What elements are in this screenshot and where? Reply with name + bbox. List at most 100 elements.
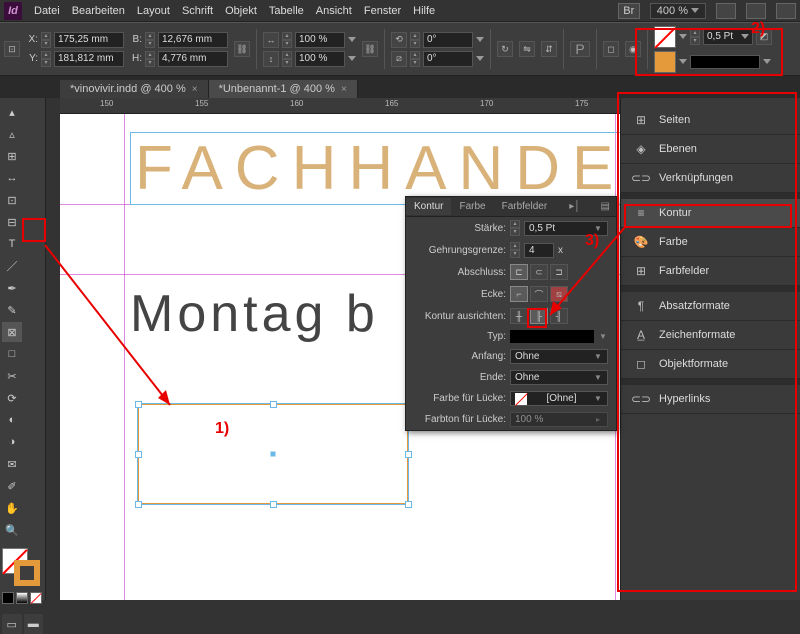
gap-tool-icon[interactable]: ↔ xyxy=(2,168,22,188)
shear-input[interactable]: 0° xyxy=(423,51,473,67)
subheading-text-frame[interactable]: Montag b xyxy=(130,284,379,344)
content-placer-icon[interactable]: ⊟ xyxy=(2,212,22,232)
page-tool-icon[interactable]: ⊞ xyxy=(2,146,22,166)
stroke-tab[interactable]: Kontur xyxy=(406,198,451,215)
apply-color-icon[interactable] xyxy=(2,592,14,604)
swatches-tab[interactable]: Farbfelder xyxy=(494,198,556,215)
collapse-icon[interactable]: ▸│ xyxy=(563,201,586,212)
free-transform-tool-icon[interactable]: ⟳ xyxy=(2,388,22,408)
type-tool-icon[interactable]: T xyxy=(2,234,22,254)
menu-view[interactable]: Ansicht xyxy=(316,5,352,17)
cap-butt-icon[interactable]: ⊏ xyxy=(510,264,528,280)
paragraph-icon[interactable]: P xyxy=(570,41,590,57)
close-icon[interactable]: × xyxy=(192,84,198,95)
join-round-icon[interactable]: ⌒ xyxy=(530,286,548,302)
panel-char-styles[interactable]: A̲Zeichenformate xyxy=(621,321,800,350)
pen-tool-icon[interactable]: ✒ xyxy=(2,278,22,298)
scissors-tool-icon[interactable]: ✂ xyxy=(2,366,22,386)
start-dropdown[interactable]: Ohne▼ xyxy=(510,349,608,364)
menu-type[interactable]: Schrift xyxy=(182,5,213,17)
menu-window[interactable]: Fenster xyxy=(364,5,401,17)
close-icon[interactable]: × xyxy=(341,84,347,95)
normal-view-icon[interactable]: ▭ xyxy=(2,614,22,634)
rectangle-frame-tool-icon[interactable]: ⊠ xyxy=(2,322,22,342)
scale-y-input[interactable]: 100 % xyxy=(295,51,345,67)
gradient-feather-tool-icon[interactable]: ◑ xyxy=(2,432,22,452)
apply-none-icon[interactable] xyxy=(30,592,42,604)
bridge-button[interactable]: Br xyxy=(618,3,640,19)
zoom-dropdown[interactable]: 400 % xyxy=(650,3,706,19)
stroke-type-dropdown[interactable] xyxy=(510,330,594,343)
panel-para-styles[interactable]: ¶Absatzformate xyxy=(621,292,800,321)
view-mode-icon[interactable] xyxy=(716,3,736,19)
constrain-icon[interactable]: ⛓ xyxy=(234,41,250,57)
panel-swatches[interactable]: ⊞Farbfelder xyxy=(621,257,800,286)
rotate-cw-icon[interactable]: ↻ xyxy=(497,41,513,57)
menu-file[interactable]: Datei xyxy=(34,5,60,17)
align-center-icon[interactable]: ╫ xyxy=(510,308,528,324)
flip-h-icon[interactable]: ⇋ xyxy=(519,41,535,57)
align-outside-icon[interactable]: ╢ xyxy=(550,308,568,324)
panel-obj-styles[interactable]: ◻Objektformate xyxy=(621,350,800,379)
menu-layout[interactable]: Layout xyxy=(137,5,170,17)
menu-table[interactable]: Tabelle xyxy=(269,5,304,17)
arrange-icon[interactable] xyxy=(776,3,796,19)
zoom-tool-icon[interactable]: 🔍 xyxy=(2,520,22,540)
fill-stroke-swatches[interactable] xyxy=(2,548,42,588)
w-input[interactable]: 12,676 mm xyxy=(158,32,228,48)
flip-v-icon[interactable]: ⇵ xyxy=(541,41,557,57)
corner-options-icon[interactable]: ◩ xyxy=(756,29,772,45)
panel-links[interactable]: ⊂⊃Verknüpfungen xyxy=(621,164,800,193)
cap-round-icon[interactable]: ⊂ xyxy=(530,264,548,280)
miter-input[interactable]: 4 xyxy=(524,243,554,258)
reference-point-icon[interactable]: ⊡ xyxy=(4,41,20,57)
align-inside-icon[interactable]: ╟ xyxy=(530,308,548,324)
document-tab-2[interactable]: *Unbenannt-1 @ 400 %× xyxy=(209,80,358,98)
selected-rectangle[interactable] xyxy=(138,404,408,504)
hand-tool-icon[interactable]: ✋ xyxy=(2,498,22,518)
menu-edit[interactable]: Bearbeiten xyxy=(72,5,125,17)
pencil-tool-icon[interactable]: ✎ xyxy=(2,300,22,320)
join-bevel-icon[interactable]: ⧅ xyxy=(550,286,568,302)
fill-swatch[interactable] xyxy=(654,26,676,48)
panel-stroke[interactable]: ≡Kontur xyxy=(621,199,800,228)
stroke-style-preview[interactable] xyxy=(690,55,760,69)
screen-mode-icon[interactable] xyxy=(746,3,766,19)
x-input[interactable]: 175,25 mm xyxy=(54,32,124,48)
preview-view-icon[interactable]: ▬ xyxy=(24,614,44,634)
cap-projecting-icon[interactable]: ⊐ xyxy=(550,264,568,280)
panel-menu-icon[interactable]: ▤ xyxy=(595,201,616,212)
gradient-swatch-tool-icon[interactable]: ◐ xyxy=(2,410,22,430)
document-tab-1[interactable]: *vinovivir.indd @ 400 %× xyxy=(60,80,209,98)
rotate-input[interactable]: 0° xyxy=(423,32,473,48)
stroke-weight-input[interactable]: 0,5 Pt xyxy=(703,29,753,45)
eyedropper-tool-icon[interactable]: ✐ xyxy=(2,476,22,496)
weight-input[interactable]: 0,5 Pt▼ xyxy=(524,221,608,236)
y-input[interactable]: 181,812 mm xyxy=(54,51,124,67)
selection-tool-icon[interactable]: ▴ xyxy=(2,102,22,122)
constrain-scale-icon[interactable]: ⛓ xyxy=(362,41,378,57)
scale-x-input[interactable]: 100 % xyxy=(295,32,345,48)
content-collector-icon[interactable]: ⊡ xyxy=(2,190,22,210)
rectangle-tool-icon[interactable]: □ xyxy=(2,344,22,364)
panel-layers[interactable]: ◈Ebenen xyxy=(621,135,800,164)
menu-object[interactable]: Objekt xyxy=(225,5,257,17)
color-tab[interactable]: Farbe xyxy=(451,198,493,215)
direct-selection-tool-icon[interactable]: ▵ xyxy=(2,124,22,144)
apply-gradient-icon[interactable] xyxy=(16,592,28,604)
panel-pages[interactable]: ⊞Seiten xyxy=(621,106,800,135)
line-tool-icon[interactable]: ／ xyxy=(2,256,22,276)
heading-text-frame[interactable]: FACHHANDE xyxy=(130,132,620,205)
note-tool-icon[interactable]: ✉ xyxy=(2,454,22,474)
panel-hyperlinks[interactable]: ⊂⊃Hyperlinks xyxy=(621,385,800,414)
stroke-swatch[interactable] xyxy=(654,51,676,73)
h-input[interactable]: 4,776 mm xyxy=(158,51,228,67)
end-dropdown[interactable]: Ohne▼ xyxy=(510,370,608,385)
w-label: B: xyxy=(130,34,142,45)
gap-color-dropdown[interactable]: [Ohne]▼ xyxy=(510,391,608,406)
panel-color[interactable]: 🎨Farbe xyxy=(621,228,800,257)
join-miter-icon[interactable]: ⌐ xyxy=(510,286,528,302)
menu-help[interactable]: Hilfe xyxy=(413,5,435,17)
select-container-icon[interactable]: ◻ xyxy=(603,41,619,57)
select-content-icon[interactable]: ◉ xyxy=(625,41,641,57)
